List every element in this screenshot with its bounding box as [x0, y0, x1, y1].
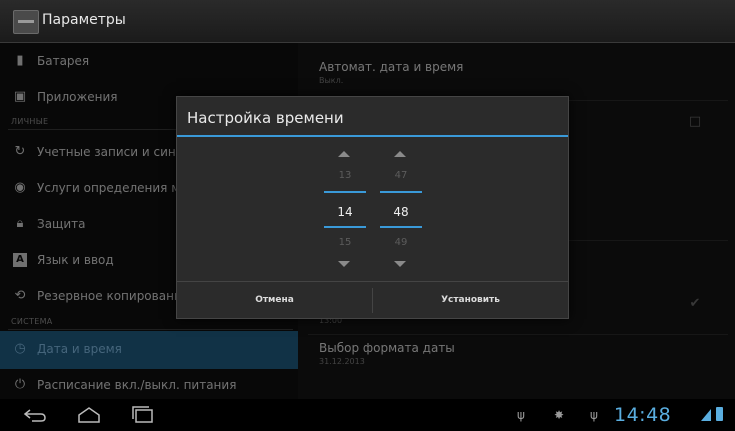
cancel-button[interactable]: Отмена [177, 282, 372, 319]
minute-increment-arrow-icon[interactable] [394, 151, 406, 157]
status-clock[interactable]: 14:48 [614, 404, 671, 426]
system-navigation-bar: ψ ✸ ψ 14:48 [0, 399, 735, 431]
android-debug-icon: ✸ [554, 408, 565, 422]
dialog-title-divider [177, 135, 568, 137]
action-bar-title: Параметры [42, 12, 126, 28]
minute-selection-line [380, 226, 422, 228]
action-bar: Параметры [0, 0, 735, 43]
usb-icon: ψ [517, 408, 525, 422]
settings-app-icon[interactable] [13, 10, 39, 34]
dialog-button-bar: Отмена Установить [177, 281, 568, 319]
dialog-title: Настройка времени [187, 109, 344, 127]
hour-picker[interactable]: 13 14 15 [324, 141, 366, 276]
recent-apps-icon[interactable] [130, 406, 156, 424]
minute-next-value: 49 [394, 237, 408, 248]
signal-icon [701, 409, 711, 421]
hour-decrement-arrow-icon[interactable] [338, 261, 350, 267]
back-icon[interactable] [22, 406, 48, 424]
minute-current-value[interactable]: 48 [380, 205, 422, 219]
hour-current-value[interactable]: 14 [324, 205, 366, 219]
time-picker-dialog: Настройка времени 13 14 15 47 48 49 Отме… [176, 96, 569, 319]
minute-decrement-arrow-icon[interactable] [394, 261, 406, 267]
hour-increment-arrow-icon[interactable] [338, 151, 350, 157]
minute-picker[interactable]: 47 48 49 [380, 141, 422, 276]
minute-prev-value: 47 [394, 170, 408, 181]
hour-selection-line [324, 226, 366, 228]
home-icon[interactable] [76, 406, 102, 424]
set-button[interactable]: Установить [373, 282, 568, 319]
minute-selection-line [380, 191, 422, 193]
usb-icon: ψ [590, 408, 598, 422]
battery-status-icon [716, 407, 723, 421]
hour-selection-line [324, 191, 366, 193]
hour-prev-value: 13 [338, 170, 352, 181]
hour-next-value: 15 [338, 237, 352, 248]
